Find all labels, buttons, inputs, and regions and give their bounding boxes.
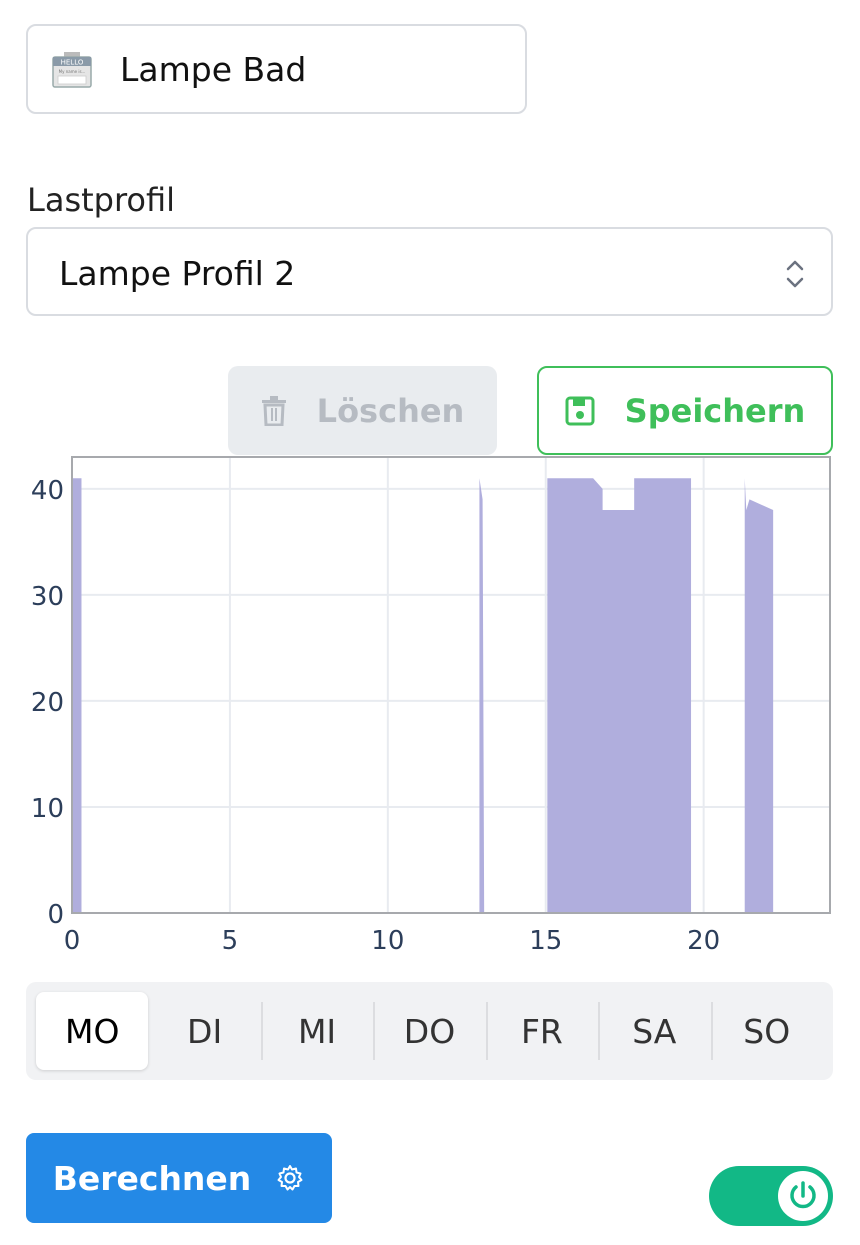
profile-select-value: Lampe Profil 2 — [59, 254, 296, 293]
x-tick-label-3: 15 — [529, 926, 562, 956]
calculate-button-label: Berechnen — [52, 1158, 252, 1198]
load-area-series — [72, 478, 830, 913]
toggle-knob — [778, 1171, 828, 1221]
gear-icon — [277, 1165, 303, 1191]
chevron-updown-icon — [786, 260, 804, 288]
y-tick-label-1: 10 — [31, 794, 64, 824]
y-axis-ticks: 0 10 20 30 40 — [31, 476, 64, 930]
device-name-value: Lampe Bad — [120, 50, 307, 89]
x-tick-label-1: 5 — [222, 926, 239, 956]
power-icon — [790, 1181, 816, 1209]
y-tick-label-2: 20 — [31, 688, 64, 718]
power-toggle[interactable] — [709, 1166, 833, 1226]
y-tick-label-3: 30 — [31, 582, 64, 612]
x-tick-label-0: 0 — [64, 926, 81, 956]
delete-button-label: Löschen — [316, 391, 465, 430]
badge-text-bottom: My name is... — [59, 69, 86, 74]
tab-so[interactable]: SO — [710, 992, 823, 1070]
load-profile-chart: 0 10 20 30 40 0 5 10 15 20 — [31, 456, 831, 956]
tab-fr[interactable]: FR — [485, 992, 598, 1070]
save-button[interactable]: Speichern — [537, 366, 833, 455]
tab-mi[interactable]: MI — [260, 992, 373, 1070]
tab-sa[interactable]: SA — [598, 992, 710, 1070]
tab-mo[interactable]: MO — [36, 992, 149, 1070]
day-tabs: MO DI MI DO FR SA SO — [26, 982, 833, 1080]
save-button-label: Speichern — [624, 391, 806, 430]
plot-frame — [71, 456, 831, 914]
tab-do[interactable]: DO — [373, 992, 485, 1070]
x-tick-label-4: 20 — [687, 926, 720, 956]
y-tick-label-0: 0 — [47, 900, 64, 930]
y-tick-label-4: 40 — [31, 476, 64, 506]
x-tick-label-2: 10 — [371, 926, 404, 956]
name-badge-icon: HELLO My name is... — [52, 52, 92, 88]
save-floppy-icon — [565, 396, 595, 425]
trash-icon — [261, 395, 286, 426]
x-axis-ticks: 0 5 10 15 20 — [64, 926, 720, 956]
delete-button[interactable]: Löschen — [228, 366, 497, 455]
badge-text-top: HELLO — [61, 59, 84, 67]
profile-select[interactable]: Lampe Profil 2 — [26, 227, 833, 316]
device-name-field[interactable]: HELLO My name is... Lampe Bad — [26, 24, 527, 114]
chart-grid — [71, 457, 830, 914]
profile-label: Lastprofil — [27, 181, 176, 219]
tab-di[interactable]: DI — [148, 992, 260, 1070]
calculate-button[interactable]: Berechnen — [26, 1133, 332, 1223]
